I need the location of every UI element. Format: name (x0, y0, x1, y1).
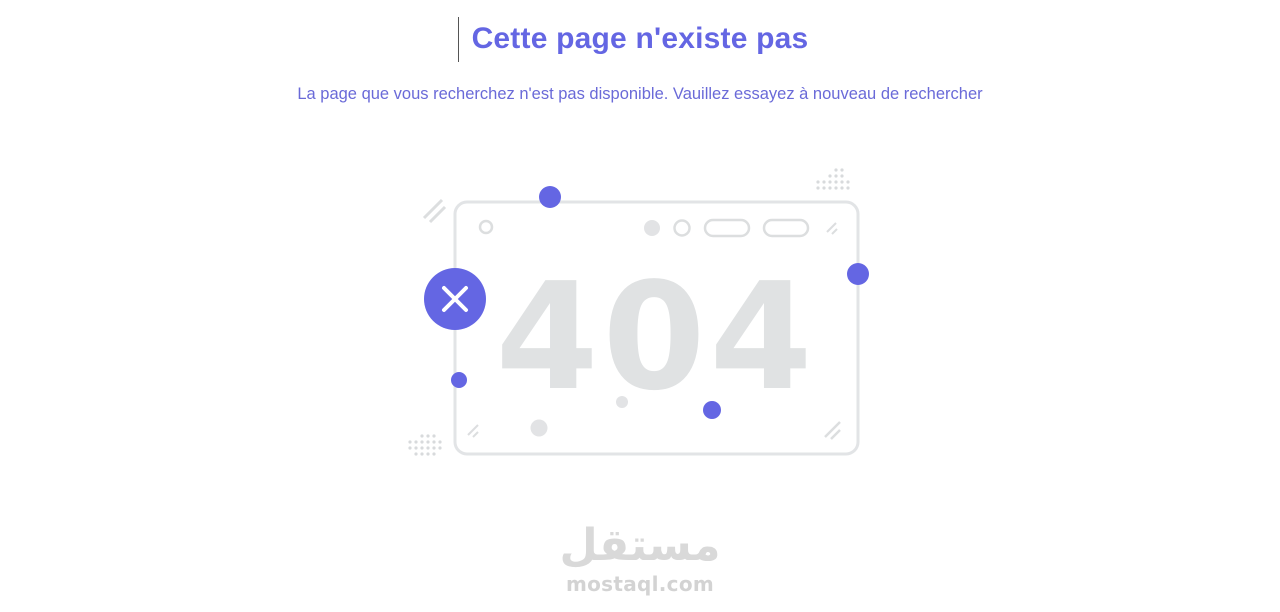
window-dot-filled (644, 220, 660, 236)
page-subtitle: La page que vous recherchez n'est pas di… (297, 85, 983, 103)
gray-dot (530, 419, 548, 437)
not-found-page: Cette page n'existe pas La page que vous… (0, 0, 1280, 612)
accent-dot (703, 401, 721, 419)
dot-grid-top-right (816, 168, 850, 190)
window-pill-2 (762, 218, 810, 238)
watermark-logo: مستقل mostaql.com (540, 520, 740, 605)
error-code: 404 (496, 251, 817, 423)
dot-grid-bottom-left (408, 434, 442, 456)
watermark-url: mostaql.com (565, 572, 715, 596)
slash-mark (472, 431, 479, 438)
close-icon (424, 268, 486, 330)
accent-dot (847, 263, 869, 285)
error-404-illustration: 404 (408, 168, 869, 456)
page-title: Cette page n'existe pas (471, 22, 809, 55)
gray-dot (616, 396, 628, 408)
watermark-arabic: مستقل (559, 520, 721, 571)
slash-mark (824, 421, 841, 438)
accent-dot (539, 186, 561, 208)
window-dot-left (478, 219, 494, 235)
accent-dot (451, 372, 467, 388)
slash-mark (422, 198, 444, 220)
window-pill-1 (703, 218, 751, 238)
window-dot-outline (673, 219, 691, 237)
slash-mark (831, 228, 838, 235)
